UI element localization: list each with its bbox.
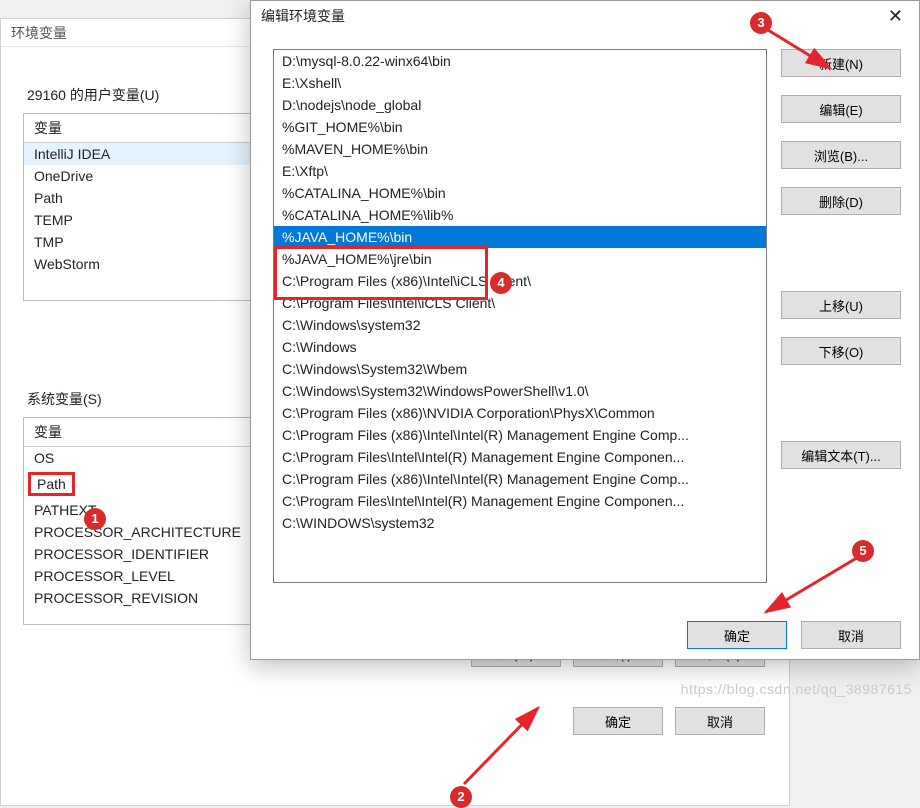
path-highlight: Path	[28, 472, 75, 496]
new-button[interactable]: 新建(N)	[781, 49, 901, 77]
cancel-button[interactable]: 取消	[801, 621, 901, 649]
watermark: https://blog.csdn.net/qq_38987615	[681, 681, 912, 697]
edit-dialog-footer: 确定 取消	[273, 597, 901, 649]
list-item[interactable]: %GIT_HOME%\bin	[274, 116, 766, 138]
annotation-badge-1: 1	[84, 508, 106, 530]
list-item[interactable]: C:\Program Files\Intel\Intel(R) Manageme…	[274, 490, 766, 512]
list-item[interactable]: C:\Windows\System32\WindowsPowerShell\v1…	[274, 380, 766, 402]
annotation-badge-3: 3	[750, 12, 772, 34]
list-item[interactable]: C:\Program Files\Intel\Intel(R) Manageme…	[274, 446, 766, 468]
annotation-badge-2: 2	[450, 786, 472, 808]
ok-button[interactable]: 确定	[573, 707, 663, 735]
env-dialog-footer: 确定 取消	[23, 693, 767, 735]
list-item[interactable]: %JAVA_HOME%\jre\bin	[274, 248, 766, 270]
list-item[interactable]: C:\Program Files (x86)\Intel\Intel(R) Ma…	[274, 468, 766, 490]
list-item[interactable]: %CATALINA_HOME%\lib%	[274, 204, 766, 226]
list-item[interactable]: C:\Windows\system32	[274, 314, 766, 336]
list-item[interactable]: C:\Program Files (x86)\Intel\iCLS Client…	[274, 270, 766, 292]
annotation-badge-5: 5	[852, 540, 874, 562]
ok-button[interactable]: 确定	[687, 621, 787, 649]
annotation-badge-4: 4	[490, 272, 512, 294]
list-item[interactable]: E:\Xftp\	[274, 160, 766, 182]
move-down-button[interactable]: 下移(O)	[781, 337, 901, 365]
cancel-button[interactable]: 取消	[675, 707, 765, 735]
list-item[interactable]: C:\Program Files\Intel\iCLS Client\	[274, 292, 766, 314]
close-icon[interactable]: ✕	[882, 6, 909, 27]
list-item[interactable]: C:\Program Files (x86)\NVIDIA Corporatio…	[274, 402, 766, 424]
list-item[interactable]: C:\WINDOWS\system32	[274, 512, 766, 534]
list-item[interactable]: C:\Windows	[274, 336, 766, 358]
path-list[interactable]: D:\mysql-8.0.22-winx64\binE:\Xshell\D:\n…	[273, 49, 767, 583]
edit-button[interactable]: 编辑(E)	[781, 95, 901, 123]
list-item[interactable]: D:\nodejs\node_global	[274, 94, 766, 116]
delete-button[interactable]: 删除(D)	[781, 187, 901, 215]
list-item[interactable]: %MAVEN_HOME%\bin	[274, 138, 766, 160]
edit-dialog-title: 编辑环境变量	[261, 6, 345, 26]
list-item[interactable]: %CATALINA_HOME%\bin	[274, 182, 766, 204]
edit-env-variable-dialog: 编辑环境变量 ✕ D:\mysql-8.0.22-winx64\binE:\Xs…	[250, 0, 920, 660]
move-up-button[interactable]: 上移(U)	[781, 291, 901, 319]
list-item[interactable]: %JAVA_HOME%\bin	[274, 226, 766, 248]
edit-text-button[interactable]: 编辑文本(T)...	[781, 441, 901, 469]
list-item[interactable]: C:\Windows\System32\Wbem	[274, 358, 766, 380]
side-buttons: 新建(N) 编辑(E) 浏览(B)... 删除(D) 上移(U) 下移(O) 编…	[781, 49, 901, 583]
list-item[interactable]: E:\Xshell\	[274, 72, 766, 94]
list-item[interactable]: C:\Program Files (x86)\Intel\Intel(R) Ma…	[274, 424, 766, 446]
browse-button[interactable]: 浏览(B)...	[781, 141, 901, 169]
list-item[interactable]: D:\mysql-8.0.22-winx64\bin	[274, 50, 766, 72]
